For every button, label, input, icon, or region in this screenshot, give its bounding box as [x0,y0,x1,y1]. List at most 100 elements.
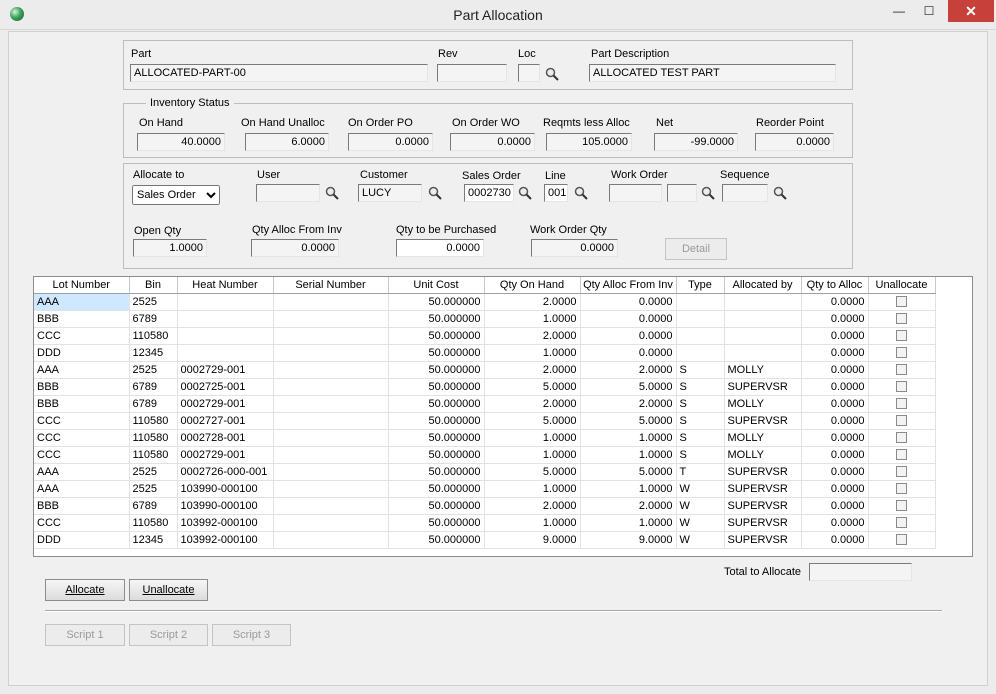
table-cell[interactable]: 0002729-001 [177,446,274,464]
table-row[interactable]: AAA 2525 0002726-000-001 50.000000 5.0000 5.0… [34,463,936,481]
table-row[interactable]: DDD 12345 50.000000 1.0000 0.0000 0.0000 [34,344,936,362]
table-cell[interactable] [676,293,725,311]
table-cell[interactable]: DDD [34,344,130,362]
table-cell[interactable]: 50.000000 [388,429,485,447]
part-field[interactable]: ALLOCATED-PART-00 [130,64,428,82]
table-cell[interactable]: W [676,480,725,498]
column-header[interactable]: Heat Number [177,277,274,294]
table-cell[interactable] [273,514,389,532]
unallocate-checkbox[interactable] [896,330,907,342]
table-cell[interactable]: AAA [34,463,130,481]
table-cell[interactable]: SUPERVSR [724,531,802,549]
table-cell[interactable]: 9.0000 [580,531,677,549]
table-cell[interactable]: 0.0000 [801,361,869,379]
table-cell[interactable]: 1.0000 [580,514,677,532]
table-cell[interactable] [724,293,802,311]
table-cell[interactable]: 0.0000 [801,429,869,447]
table-cell[interactable] [273,293,389,311]
table-cell[interactable]: S [676,361,725,379]
table-cell[interactable]: 5.0000 [580,378,677,396]
table-cell[interactable] [273,531,389,549]
table-cell[interactable]: 2525 [129,463,178,481]
close-button[interactable]: ✕ [948,0,994,22]
table-cell[interactable]: BBB [34,310,130,328]
table-cell[interactable] [273,395,389,413]
table-cell[interactable] [273,497,389,515]
work-order-suffix-field[interactable] [667,184,697,202]
table-cell[interactable]: 1.0000 [580,429,677,447]
table-cell[interactable]: 2525 [129,361,178,379]
table-cell[interactable]: 1.0000 [580,480,677,498]
table-cell[interactable]: CCC [34,412,130,430]
column-header[interactable]: Lot Number [34,277,130,294]
table-row[interactable]: AAA 2525 50.000000 2.0000 0.0000 0.0000 [34,293,936,311]
table-cell[interactable]: 2.0000 [484,497,581,515]
column-header[interactable]: Unit Cost [388,277,485,294]
table-cell[interactable]: 110580 [129,446,178,464]
part-description-field[interactable]: ALLOCATED TEST PART [589,64,836,82]
sales-order-field[interactable]: 0002730 [464,184,514,202]
table-cell[interactable]: 2525 [129,293,178,311]
table-cell[interactable]: S [676,429,725,447]
table-cell[interactable]: SUPERVSR [724,463,802,481]
column-header[interactable]: Qty to Alloc [801,277,869,294]
table-cell[interactable]: 2.0000 [580,361,677,379]
table-cell[interactable]: MOLLY [724,361,802,379]
table-cell[interactable]: 50.000000 [388,361,485,379]
table-cell[interactable]: 103992-000100 [177,531,274,549]
table-row[interactable]: CCC 110580 0002729-001 50.000000 1.0000 1.000… [34,446,936,464]
table-row[interactable]: CCC 110580 0002728-001 50.000000 1.0000 1.000… [34,429,936,447]
table-cell[interactable]: SUPERVSR [724,497,802,515]
user-search-icon[interactable] [325,186,339,200]
column-header[interactable]: Unallocate [868,277,936,294]
sequence-field[interactable] [722,184,768,202]
table-cell[interactable]: 50.000000 [388,497,485,515]
line-field[interactable]: 001 [544,184,568,202]
table-cell[interactable]: 0.0000 [801,293,869,311]
table-cell[interactable]: 50.000000 [388,446,485,464]
table-cell[interactable] [273,310,389,328]
table-cell[interactable]: 1.0000 [484,310,581,328]
table-cell[interactable] [273,361,389,379]
table-cell[interactable]: BBB [34,395,130,413]
loc-field[interactable] [518,64,540,82]
table-cell[interactable] [273,463,389,481]
table-cell[interactable] [676,310,725,328]
table-cell[interactable]: 50.000000 [388,480,485,498]
table-cell[interactable]: 2.0000 [484,361,581,379]
table-cell[interactable]: SUPERVSR [724,480,802,498]
customer-field[interactable]: LUCY [358,184,422,202]
table-cell[interactable]: 6789 [129,310,178,328]
loc-search-icon[interactable] [545,67,559,81]
table-cell[interactable]: 6789 [129,395,178,413]
table-cell[interactable]: 0002729-001 [177,361,274,379]
table-cell[interactable]: DDD [34,531,130,549]
table-cell[interactable]: 0.0000 [801,497,869,515]
table-cell[interactable]: 0.0000 [801,327,869,345]
table-cell[interactable]: 50.000000 [388,327,485,345]
unallocate-button[interactable]: Unallocate [129,579,208,601]
table-row[interactable]: BBB 6789 50.000000 1.0000 0.0000 0.0000 [34,310,936,328]
column-header[interactable]: Bin [129,277,178,294]
detail-button[interactable]: Detail [665,238,727,260]
table-cell[interactable] [177,310,274,328]
sequence-search-icon[interactable] [773,186,787,200]
script-2-button[interactable]: Script 2 [129,624,208,646]
table-cell[interactable]: S [676,395,725,413]
table-cell[interactable]: 50.000000 [388,395,485,413]
customer-search-icon[interactable] [428,186,442,200]
table-cell[interactable]: W [676,497,725,515]
script-3-button[interactable]: Script 3 [212,624,291,646]
column-header[interactable]: Type [676,277,725,294]
table-cell[interactable]: 0.0000 [801,463,869,481]
unallocate-checkbox[interactable] [896,381,907,393]
table-cell[interactable]: 6789 [129,497,178,515]
table-cell[interactable] [273,344,389,362]
table-cell[interactable]: 2.0000 [484,293,581,311]
table-cell[interactable] [177,293,274,311]
table-cell[interactable]: 0002727-001 [177,412,274,430]
table-cell[interactable]: 0002728-001 [177,429,274,447]
table-cell[interactable]: SUPERVSR [724,378,802,396]
table-cell[interactable]: 0.0000 [801,514,869,532]
table-cell[interactable]: 2525 [129,480,178,498]
